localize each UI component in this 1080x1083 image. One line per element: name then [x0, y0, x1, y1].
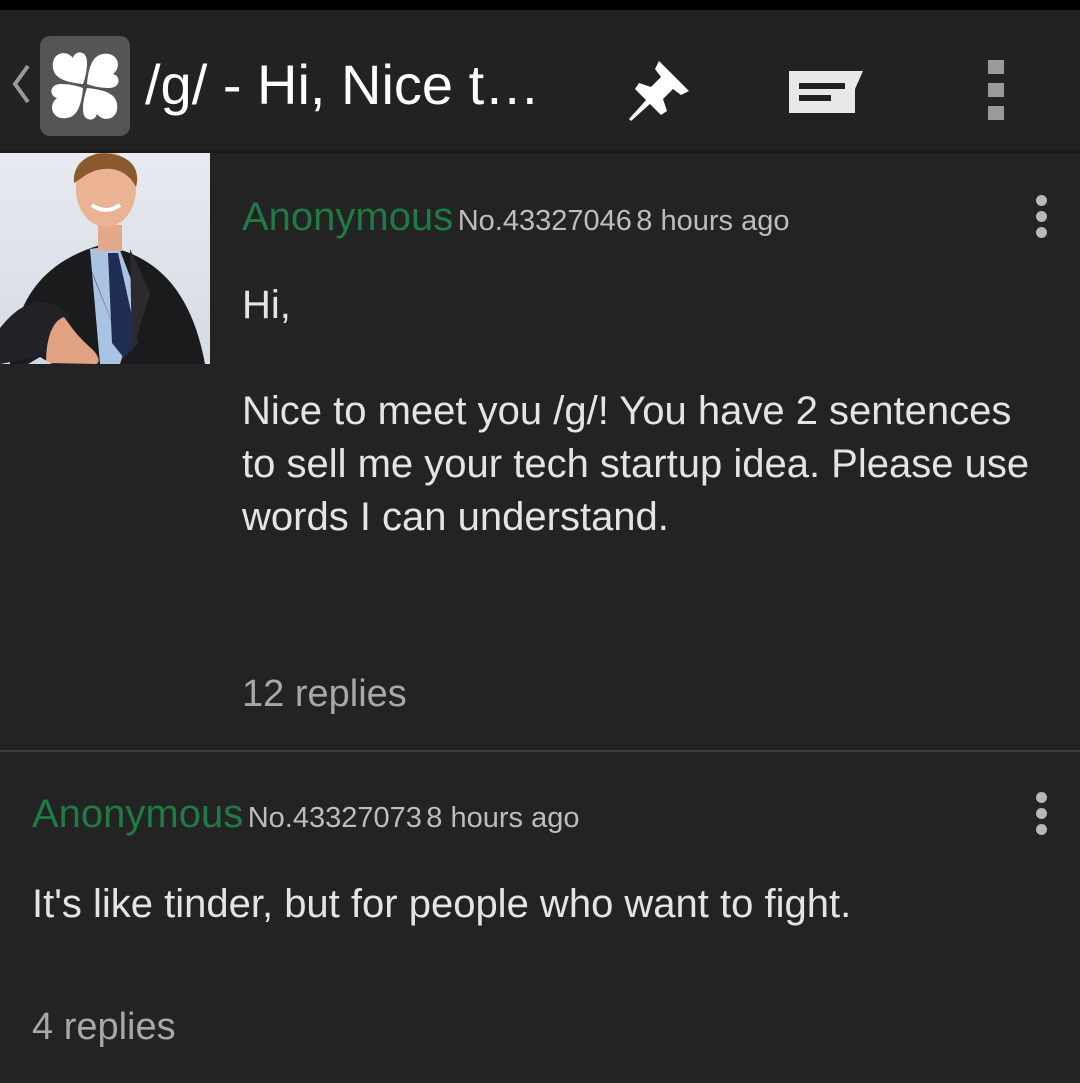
post-thumbnail[interactable]	[0, 153, 210, 364]
status-bar	[0, 0, 1080, 10]
post-menu-button[interactable]	[1021, 788, 1061, 848]
poster-name: Anonymous	[32, 792, 244, 836]
reply-button[interactable]	[775, 40, 875, 140]
post-menu-button[interactable]	[1021, 191, 1061, 251]
replies-link[interactable]: 4 replies	[32, 1008, 176, 1046]
post-comment: Hi, Nice to meet you /g/! You have 2 sen…	[242, 283, 1030, 539]
overflow-menu-icon	[1021, 195, 1061, 238]
post: Anonymous No.43327073 8 hours ago It's l…	[0, 752, 1080, 1083]
post-time: 8 hours ago	[636, 205, 790, 237]
post-time: 8 hours ago	[426, 802, 580, 834]
poster-name: Anonymous	[242, 195, 454, 239]
clover-icon	[51, 52, 119, 120]
overflow-menu-icon	[1021, 792, 1061, 835]
overflow-menu-icon	[988, 60, 1004, 120]
pin-icon	[629, 61, 689, 121]
post-header: Anonymous No.43327073 8 hours ago	[32, 794, 579, 834]
businessman-image	[0, 153, 205, 364]
chevron-left-icon[interactable]	[8, 62, 34, 106]
post-number[interactable]: No.43327073	[248, 802, 422, 834]
action-bar: /g/ - Hi, Nice t…	[0, 10, 1080, 153]
post: Anonymous No.43327046 8 hours ago Hi, Ni…	[0, 153, 1080, 750]
overflow-menu-button[interactable]	[960, 40, 1032, 140]
post-number[interactable]: No.43327046	[458, 205, 632, 237]
replies-link[interactable]: 12 replies	[242, 675, 407, 713]
app-logo[interactable]	[40, 36, 130, 136]
pin-button[interactable]	[610, 40, 710, 140]
thread-title: /g/ - Hi, Nice t…	[145, 53, 541, 116]
post-header: Anonymous No.43327046 8 hours ago	[242, 197, 789, 237]
reply-icon	[789, 71, 863, 113]
post-comment: It's like tinder, but for people who wan…	[32, 882, 852, 926]
